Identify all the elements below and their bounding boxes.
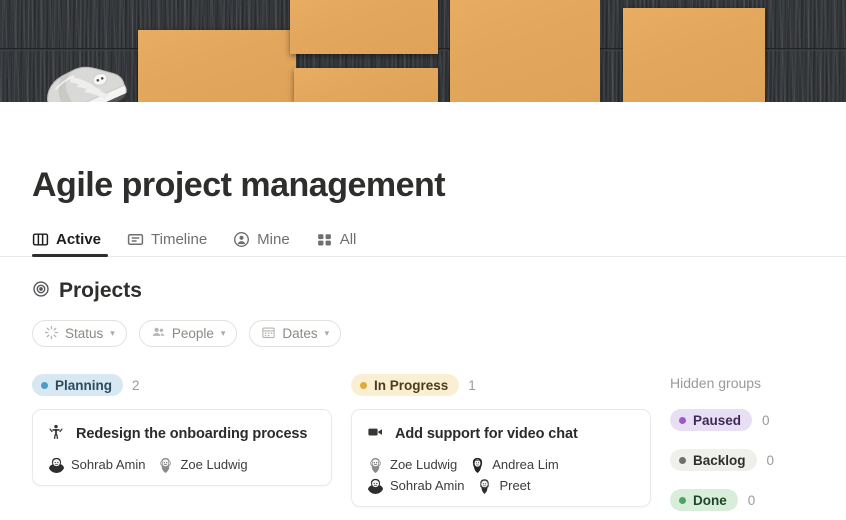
paper-sheet	[623, 8, 765, 102]
assignee-name: Zoe Ludwig	[390, 457, 458, 473]
tabs-divider	[0, 256, 846, 257]
status-dot	[360, 381, 367, 389]
assignee-name: Preet	[499, 478, 531, 494]
status-dot	[679, 456, 686, 464]
hidden-group-count: 0	[747, 492, 756, 508]
avatar	[48, 456, 65, 474]
board-columns-icon	[32, 231, 49, 248]
people-icon	[151, 325, 166, 343]
assignee[interactable]: Andrea Lim	[469, 456, 559, 474]
project-card-title: Redesign the onboarding process	[76, 426, 308, 442]
status-badge-backlog[interactable]: Backlog	[670, 449, 757, 471]
assignee[interactable]: Preet	[476, 477, 531, 495]
assignee[interactable]: Sohrab Amin	[367, 477, 465, 495]
assignee[interactable]: Zoe Ludwig	[367, 456, 458, 474]
filter-chip-label: Status	[65, 326, 104, 341]
tab-all[interactable]: All	[316, 231, 357, 257]
project-card[interactable]: Redesign the onboarding process Sohrab A…	[32, 409, 332, 487]
tab-timeline[interactable]: Timeline	[127, 231, 207, 257]
chevron-down-icon: ▾	[324, 328, 330, 338]
projects-section-header: Projects	[32, 279, 814, 303]
status-badge-paused[interactable]: Paused	[670, 409, 753, 431]
status-dot	[679, 496, 686, 504]
assignee-name: Zoe Ludwig	[180, 457, 248, 473]
paper-sheet	[290, 0, 438, 54]
tab-active[interactable]: Active	[32, 231, 108, 257]
hidden-groups-panel: Hidden groups Paused 0 Backlog 0 Done 0	[670, 374, 830, 511]
filter-chip-row: Status ▾ People ▾ Dates ▾	[32, 320, 814, 347]
grid-icon	[316, 231, 333, 248]
board-column-in-progress: In Progress 1 Add support for video chat	[351, 374, 651, 511]
assignee-name: Andrea Lim	[492, 457, 559, 473]
hidden-groups-title: Hidden groups	[670, 375, 762, 391]
timeline-icon	[127, 231, 144, 248]
status-badge-planning[interactable]: Planning	[32, 374, 123, 396]
chevron-down-icon: ▾	[220, 328, 226, 338]
avatar	[469, 456, 487, 474]
assignee[interactable]: Zoe Ludwig	[157, 456, 248, 474]
hidden-group-count: 0	[762, 412, 770, 428]
avatar	[157, 456, 175, 474]
chevron-down-icon: ▾	[110, 328, 115, 338]
video-camera-icon	[367, 424, 383, 445]
status-label: Paused	[693, 412, 742, 428]
avatar	[367, 477, 384, 495]
avatar	[367, 456, 384, 474]
paper-sheet	[294, 68, 438, 102]
tab-label: Active	[56, 231, 102, 248]
project-board: Planning 2 Redesign the onboarding proce…	[32, 374, 814, 511]
page-title: Agile project management	[32, 166, 446, 204]
hidden-group-count: 0	[766, 452, 775, 468]
view-tabs: Active Timeline Mine All	[0, 231, 846, 257]
board-column-planning: Planning 2 Redesign the onboarding proce…	[32, 374, 332, 511]
hidden-group-backlog[interactable]: Backlog 0	[670, 449, 830, 471]
paper-sheet	[450, 0, 600, 102]
status-dot	[679, 416, 686, 424]
hidden-group-done[interactable]: Done 0	[670, 489, 830, 511]
status-dot	[41, 381, 48, 389]
avatar	[476, 477, 494, 495]
person-raised-arms-icon	[48, 424, 64, 445]
assignee-list: Zoe Ludwig Andrea Lim Sohrab Amin Preet	[367, 456, 635, 495]
person-circle-icon	[233, 231, 250, 248]
status-badge-in-progress[interactable]: In Progress	[351, 374, 460, 396]
assignee[interactable]: Sohrab Amin	[48, 456, 146, 474]
filter-chip-label: People	[171, 326, 214, 341]
filter-chip-dates[interactable]: Dates ▾	[249, 320, 342, 347]
assignee-name: Sohrab Amin	[71, 457, 146, 473]
tab-label: Mine	[257, 231, 290, 248]
column-header[interactable]: In Progress 1	[351, 374, 651, 396]
status-label: Backlog	[693, 452, 746, 468]
project-card[interactable]: Add support for video chat Zoe Ludwig An…	[351, 409, 651, 508]
column-count: 2	[132, 377, 140, 393]
filter-chip-people[interactable]: People ▾	[138, 320, 238, 347]
column-header[interactable]: Planning 2	[32, 374, 332, 396]
filter-chip-status[interactable]: Status ▾	[32, 320, 127, 347]
project-card-title: Add support for video chat	[395, 426, 578, 442]
status-label: In Progress	[374, 377, 449, 393]
assignee-name: Sohrab Amin	[390, 478, 465, 494]
calendar-icon	[261, 325, 276, 343]
sneaker-image	[47, 66, 130, 102]
hidden-group-paused[interactable]: Paused 0	[670, 409, 830, 431]
target-icon	[32, 280, 50, 303]
section-title: Projects	[59, 279, 142, 302]
column-count: 1	[468, 377, 476, 393]
filter-chip-label: Dates	[282, 326, 318, 341]
status-badge-done[interactable]: Done	[670, 489, 738, 511]
tab-label: Timeline	[151, 231, 208, 248]
assignee-list: Sohrab Amin Zoe Ludwig	[48, 456, 316, 474]
status-spinner-icon	[44, 325, 59, 343]
tab-label: All	[339, 231, 357, 248]
tab-mine[interactable]: Mine	[233, 231, 290, 257]
paper-sheet	[138, 30, 296, 102]
status-label: Done	[693, 492, 727, 508]
status-label: Planning	[55, 377, 112, 393]
project-cover-banner	[0, 0, 846, 102]
